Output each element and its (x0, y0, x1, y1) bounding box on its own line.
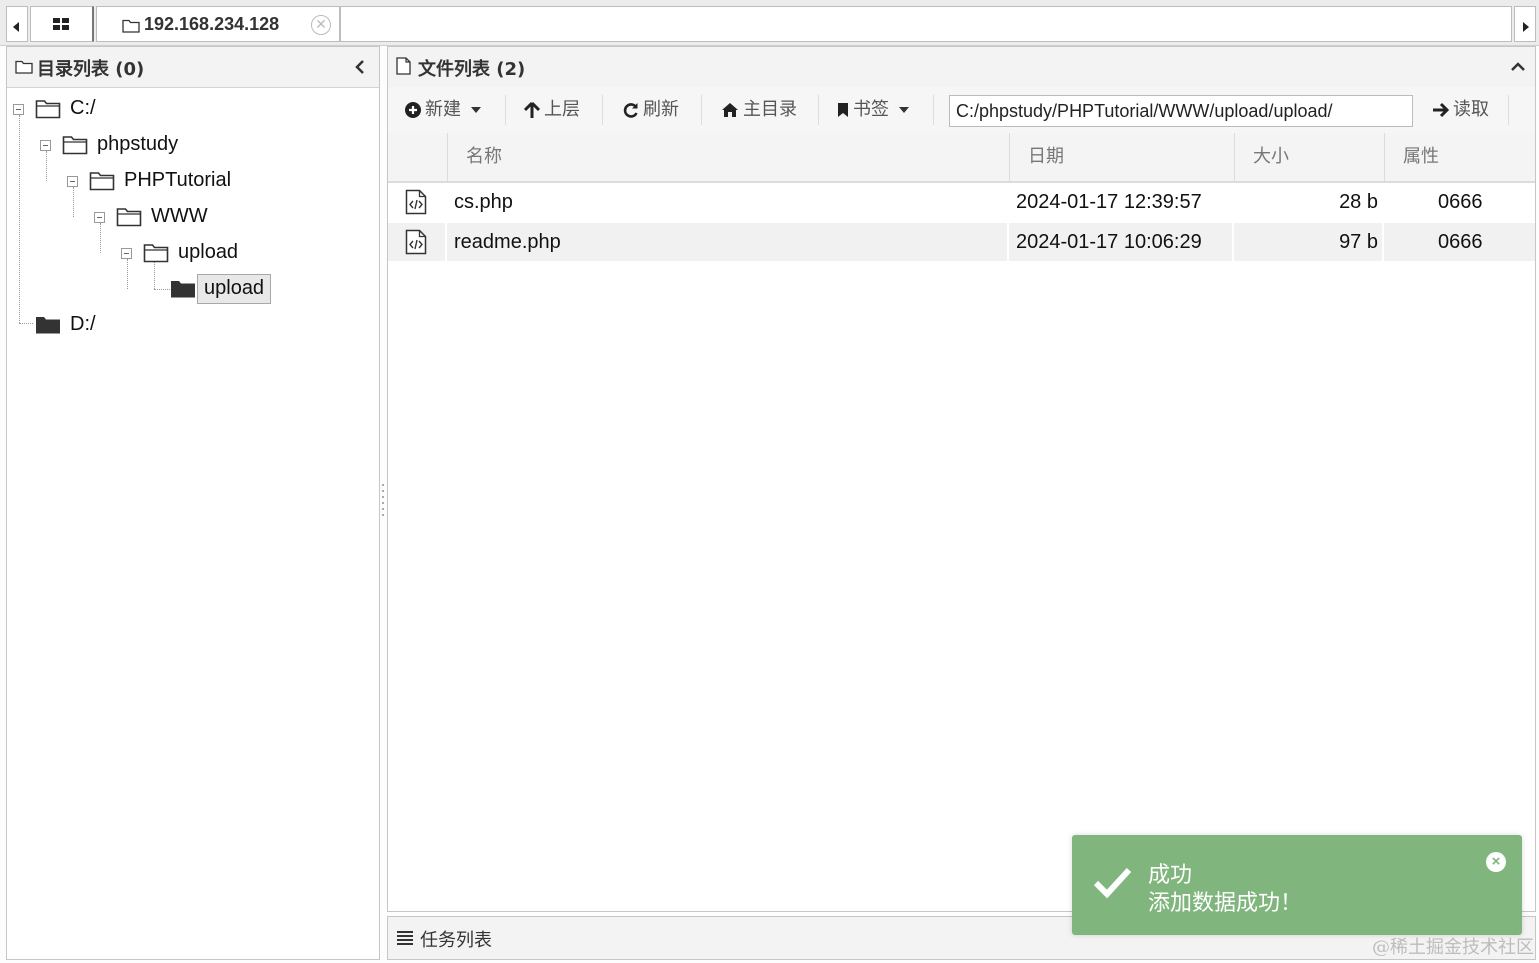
tree-node-www[interactable]: WWW (94, 203, 364, 231)
caret-left-icon (13, 22, 19, 32)
tree-toggle-icon[interactable] (94, 212, 105, 223)
new-button-label: 新建 (425, 99, 461, 120)
watermark: @稀土掘金技术社区 (1372, 937, 1534, 958)
directory-panel-header: 目录列表 (0) (7, 47, 379, 88)
arrow-right-icon (1433, 102, 1450, 118)
file-date: 2024-01-17 12:39:57 (1016, 191, 1202, 213)
column-header-name[interactable]: 名称 (447, 133, 1009, 181)
folder-closed-icon (171, 281, 195, 298)
file-name: readme.php (454, 231, 561, 253)
home-directory-label: 主目录 (743, 99, 797, 120)
read-label: 读取 (1453, 99, 1489, 120)
arrow-up-icon (523, 101, 541, 118)
refresh-label: 刷新 (643, 99, 679, 120)
tab-scroll-left-button[interactable] (6, 6, 28, 42)
directory-panel: 目录列表 (0) C:/ phpstudy PHPTutorial WWW up… (6, 46, 380, 960)
directory-panel-title: 目录列表 (0) (37, 59, 145, 80)
tab-host[interactable]: 192.168.234.128 ✕ (96, 6, 340, 42)
tree-node-phptutorial[interactable]: PHPTutorial (67, 167, 357, 195)
bookmark-label: 书签 (853, 99, 889, 120)
tab-scroll-right-button[interactable] (1514, 6, 1536, 42)
up-level-label: 上层 (544, 99, 580, 120)
plus-circle-icon (405, 102, 421, 118)
php-file-icon (405, 229, 427, 255)
file-toolbar: 新建 上层 刷新 主目录 书签 读取 (388, 87, 1535, 134)
tree-node-label: D:/ (70, 313, 96, 335)
folder-open-icon (116, 208, 142, 227)
tree-node-label: upload (197, 274, 272, 304)
tree-toggle-icon[interactable] (40, 140, 51, 151)
tree-guide-line (19, 115, 20, 323)
file-table-header: 名称 日期 大小 属性 (388, 133, 1535, 183)
list-icon (397, 931, 413, 945)
tree-node-label: upload (178, 241, 239, 263)
column-header-date[interactable]: 日期 (1009, 133, 1234, 181)
toast-message: 添加数据成功！ (1148, 891, 1303, 916)
tree-node-label: phpstudy (97, 133, 179, 155)
file-icon (396, 57, 411, 75)
folder-icon (122, 19, 140, 33)
tree-node-c-drive[interactable]: C:/ (13, 95, 313, 123)
caret-right-icon (1523, 22, 1529, 32)
tree-node-label: WWW (151, 205, 208, 227)
folder-closed-icon (36, 317, 60, 334)
tree-node-label: C:/ (70, 97, 96, 119)
collapse-up-icon[interactable] (1509, 59, 1527, 73)
success-toast: 成功 添加数据成功！ × (1072, 835, 1522, 935)
tree-guide-line (19, 323, 33, 324)
column-header-attr[interactable]: 属性 (1384, 133, 1535, 181)
tree-node-upload[interactable]: upload (121, 239, 361, 267)
file-attr: 0666 (1438, 231, 1483, 253)
bookmark-button[interactable]: 书签 (837, 87, 909, 133)
tab-home-grid[interactable] (30, 6, 94, 42)
dropdown-caret-icon (899, 107, 909, 113)
refresh-icon (623, 102, 638, 118)
panel-splitter[interactable] (380, 480, 386, 520)
folder-icon (15, 60, 33, 74)
read-button[interactable]: 读取 (1432, 87, 1489, 133)
column-header-size[interactable]: 大小 (1234, 133, 1384, 181)
path-input[interactable] (949, 95, 1413, 127)
task-list-title: 任务列表 (420, 930, 492, 951)
refresh-button[interactable]: 刷新 (622, 87, 679, 133)
dropdown-caret-icon (471, 107, 481, 113)
file-attr: 0666 (1438, 191, 1483, 213)
collapse-panel-icon[interactable] (353, 57, 367, 77)
tab-host-label: 192.168.234.128 (144, 14, 280, 34)
checkmark-icon (1093, 867, 1132, 899)
tree-node-upload-selected[interactable]: upload (170, 274, 370, 304)
grid-icon (53, 18, 71, 32)
new-button[interactable]: 新建 (405, 87, 481, 133)
toast-close-icon[interactable]: × (1486, 852, 1506, 872)
bookmark-icon (838, 103, 848, 117)
file-panel-header: 文件列表 (2) (388, 47, 1535, 88)
folder-open-icon (89, 172, 115, 191)
tree-toggle-icon[interactable] (67, 176, 78, 187)
tab-strip-empty (340, 6, 1512, 42)
tree-toggle-icon[interactable] (13, 104, 24, 115)
file-panel: 文件列表 (2) 新建 上层 刷新 主目录 书签 读取 (387, 46, 1536, 912)
file-panel-title: 文件列表 (2) (418, 59, 526, 80)
folder-open-icon (35, 100, 61, 119)
folder-open-icon (62, 136, 88, 155)
folder-open-icon (143, 244, 169, 263)
tree-guide-line (154, 289, 170, 290)
file-size: 97 b (1339, 231, 1378, 253)
tree-node-phpstudy[interactable]: phpstudy (40, 131, 340, 159)
tree-node-label: PHPTutorial (124, 169, 232, 191)
file-date: 2024-01-17 10:06:29 (1016, 231, 1202, 253)
tree-toggle-icon[interactable] (121, 248, 132, 259)
tree-node-d-drive[interactable]: D:/ (35, 311, 235, 339)
tab-close-icon[interactable]: ✕ (311, 15, 331, 35)
file-size: 28 b (1339, 191, 1378, 213)
file-name: cs.php (454, 191, 513, 213)
table-row[interactable]: readme.php 2024-01-17 10:06:29 97 b 0666 (388, 223, 1535, 261)
home-icon (722, 103, 738, 117)
up-level-button[interactable]: 上层 (523, 87, 580, 133)
table-row[interactable]: cs.php 2024-01-17 12:39:57 28 b 0666 (388, 183, 1535, 221)
php-file-icon (405, 189, 427, 215)
home-directory-button[interactable]: 主目录 (721, 87, 797, 133)
